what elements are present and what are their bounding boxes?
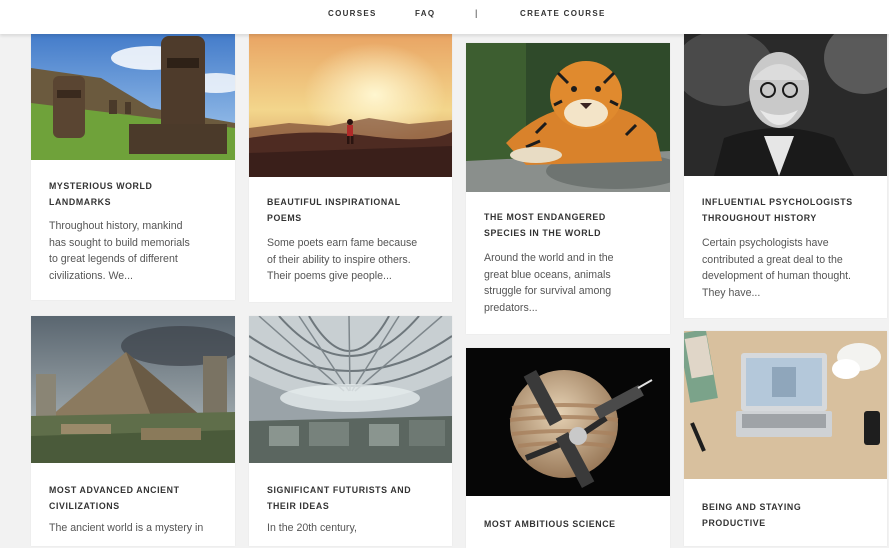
card-excerpt: Certain psychologists have contributed a … [702,237,852,299]
nav-create-course-link[interactable]: CREATE COURSE [520,9,606,18]
course-thumbnail-moai-statues [31,28,235,160]
card-title: BEING AND STAYING PRODUCTIVE [702,502,802,528]
course-card-productivity[interactable]: BEING AND STAYING PRODUCTIVE [684,331,887,546]
course-thumbnail-tiger [466,43,670,192]
course-card-futurists[interactable]: SIGNIFICANT FUTURISTS AND THEIR IDEAS In … [249,316,452,546]
card-title: BEAUTIFUL INSPIRATIONAL POEMS [267,197,401,223]
nav-courses-link[interactable]: COURSES [328,9,377,18]
course-thumbnail-futuristic-dome [249,316,452,463]
card-title: INFLUENTIAL PSYCHOLOGISTS THROUGHOUT HIST… [702,197,853,223]
course-thumbnail-freud-portrait [684,28,887,176]
nav-separator: | [475,8,478,18]
card-excerpt: Throughout history, mankind has sought to… [49,220,190,282]
card-title: MYSTERIOUS WORLD LANDMARKS [49,181,153,207]
course-thumbnail-pyramid-city [31,316,235,463]
course-card-landmarks[interactable]: MYSTERIOUS WORLD LANDMARKS Throughout his… [31,28,235,300]
card-title: MOST ADVANCED ANCIENT CIVILIZATIONS [49,485,180,511]
course-card-endangered-species[interactable]: THE MOST ENDANGERED SPECIES IN THE WORLD … [466,43,670,334]
course-card-poems[interactable]: BEAUTIFUL INSPIRATIONAL POEMS Some poets … [249,28,452,302]
course-thumbnail-laptop-desk [684,331,887,479]
card-excerpt: Around the world and in the great blue oc… [484,252,614,314]
card-title: SIGNIFICANT FUTURISTS AND THEIR IDEAS [267,485,412,511]
card-excerpt: Some poets earn fame because of their abi… [267,237,418,282]
card-title: THE MOST ENDANGERED SPECIES IN THE WORLD [484,212,606,238]
card-excerpt: The ancient world is a mystery in [49,522,204,534]
course-card-science[interactable]: MOST AMBITIOUS SCIENCE [466,348,670,548]
top-navigation: COURSES FAQ | CREATE COURSE [0,0,889,34]
card-excerpt: In the 20th century, [267,522,357,534]
course-thumbnail-sunset-runner [249,28,452,177]
nav-faq-link[interactable]: FAQ [415,9,435,18]
course-thumbnail-jupiter-spacecraft [466,348,670,496]
course-card-psychologists[interactable]: INFLUENTIAL PSYCHOLOGISTS THROUGHOUT HIST… [684,28,887,318]
course-card-ancient-civilizations[interactable]: MOST ADVANCED ANCIENT CIVILIZATIONS The a… [31,316,235,546]
